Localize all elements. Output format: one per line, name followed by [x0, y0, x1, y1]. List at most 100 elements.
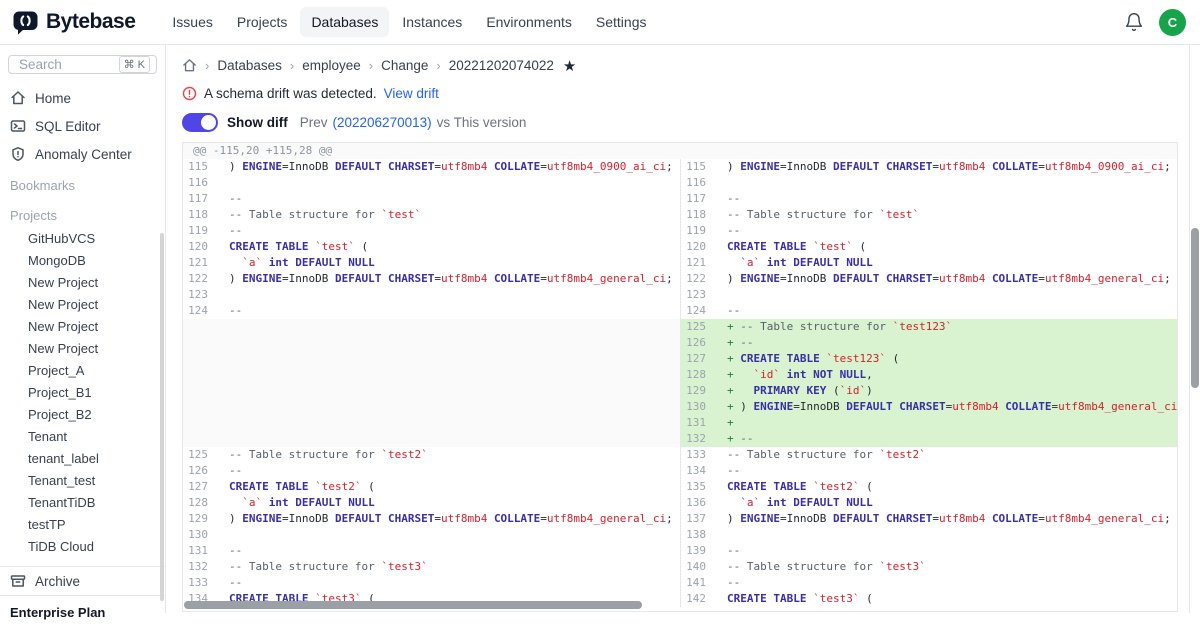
code-line: + CREATE TABLE `test123` (: [715, 351, 1177, 367]
horizontal-scrollbar-thumb[interactable]: [184, 601, 642, 609]
sidebar-project-item[interactable]: TiDB Cloud: [0, 536, 165, 558]
top-bar: Bytebase IssuesProjectsDatabasesInstance…: [0, 0, 1200, 45]
sidebar-item-sql-editor[interactable]: SQL Editor: [0, 112, 165, 140]
page-scrollbar-thumb[interactable]: [1191, 228, 1199, 388]
sidebar-item-anomaly-center[interactable]: Anomaly Center: [0, 140, 165, 168]
nav-item-projects[interactable]: Projects: [226, 7, 299, 37]
diff-old-half: 124--: [183, 303, 680, 319]
line-number: 132: [183, 559, 217, 575]
sidebar-project-item[interactable]: Tenant_test: [0, 470, 165, 492]
line-number: 125: [183, 447, 217, 463]
diff-new-half: 118-- Table structure for `test`: [680, 207, 1177, 223]
shield-icon: [10, 146, 26, 162]
schema-drift-alert: A schema drift was detected. View drift: [182, 84, 1178, 103]
diff-row: 124--124--: [183, 303, 1177, 319]
sidebar-item-archive[interactable]: Archive: [0, 567, 165, 595]
line-number: 133: [681, 447, 715, 463]
sidebar-project-item[interactable]: MongoDB: [0, 250, 165, 272]
nav-item-issues[interactable]: Issues: [161, 7, 223, 37]
code-line: --: [217, 303, 680, 319]
nav-item-instances[interactable]: Instances: [391, 7, 473, 37]
line-number: 116: [681, 175, 715, 191]
diff-new-half: 132+ --: [680, 431, 1177, 447]
diff-old-half: 129) ENGINE=InnoDB DEFAULT CHARSET=utf8m…: [183, 511, 680, 527]
diff-row: 122) ENGINE=InnoDB DEFAULT CHARSET=utf8m…: [183, 271, 1177, 287]
code-line: -- Table structure for `test`: [715, 207, 1177, 223]
diff-old-half: 122) ENGINE=InnoDB DEFAULT CHARSET=utf8m…: [183, 271, 680, 287]
code-line: + --: [715, 431, 1177, 447]
breadcrumb-item[interactable]: Change: [381, 58, 428, 73]
sidebar-item-home[interactable]: Home: [0, 84, 165, 112]
prev-version-link[interactable]: (202206270013): [333, 115, 432, 130]
code-line: --: [715, 303, 1177, 319]
code-line: ) ENGINE=InnoDB DEFAULT CHARSET=utf8mb4 …: [715, 511, 1177, 527]
view-drift-link[interactable]: View drift: [384, 86, 439, 101]
sidebar-project-item[interactable]: Project_A: [0, 360, 165, 382]
user-avatar[interactable]: C: [1159, 9, 1186, 36]
code-line: --: [715, 223, 1177, 239]
code-line: + PRIMARY KEY (`id`): [715, 383, 1177, 399]
diff-row: 121 `a` int DEFAULT NULL121 `a` int DEFA…: [183, 255, 1177, 271]
line-number: 119: [183, 223, 217, 239]
search-box[interactable]: ⌘ K: [8, 55, 157, 74]
breadcrumb-home-icon[interactable]: [182, 58, 197, 73]
sidebar-project-item[interactable]: New Project: [0, 272, 165, 294]
diff-new-half: 126+ --: [680, 335, 1177, 351]
code-line: [217, 287, 680, 303]
line-number: [183, 383, 217, 399]
sidebar-project-item[interactable]: New Project: [0, 294, 165, 316]
diff-new-half: 133-- Table structure for `test2`: [680, 447, 1177, 463]
breadcrumb-item[interactable]: Databases: [217, 58, 282, 73]
code-line: -- Table structure for `test3`: [217, 559, 680, 575]
diff-new-half: 140-- Table structure for `test3`: [680, 559, 1177, 575]
diff-hunk-header: @@ -115,20 +115,28 @@: [183, 143, 1177, 159]
sidebar-project-item[interactable]: Project_B2: [0, 404, 165, 426]
line-number: 120: [183, 239, 217, 255]
sidebar-project-item[interactable]: Tenant: [0, 426, 165, 448]
sidebar-project-item[interactable]: Project_B1: [0, 382, 165, 404]
vs-this-version-label: vs This version: [437, 115, 527, 130]
line-number: 132: [681, 431, 715, 447]
sidebar-project-item[interactable]: testTP: [0, 514, 165, 536]
line-number: 131: [183, 543, 217, 559]
diff-old-half: [183, 431, 680, 447]
code-line: [715, 527, 1177, 543]
line-number: 129: [183, 511, 217, 527]
code-line: `a` int DEFAULT NULL: [715, 495, 1177, 511]
brand-name: Bytebase: [46, 10, 135, 34]
code-line: --: [217, 191, 680, 207]
chevron-separator-icon: ›: [436, 58, 440, 73]
nav-item-databases[interactable]: Databases: [300, 7, 389, 37]
line-number: [183, 351, 217, 367]
diff-new-half: 116: [680, 175, 1177, 191]
sidebar-item-label: SQL Editor: [35, 119, 101, 134]
show-diff-toggle[interactable]: [182, 113, 218, 132]
sidebar-project-item[interactable]: tenant_label: [0, 448, 165, 470]
search-input[interactable]: [17, 56, 119, 73]
sidebar-scrollbar-thumb[interactable]: [160, 233, 164, 601]
code-line: [217, 335, 680, 351]
alert-text: A schema drift was detected.: [204, 86, 377, 101]
line-number: 130: [183, 527, 217, 543]
sidebar-project-item[interactable]: GitHubVCS: [0, 228, 165, 250]
diff-old-half: [183, 415, 680, 431]
breadcrumb-item[interactable]: employee: [302, 58, 361, 73]
diff-row: 133--141--: [183, 575, 1177, 591]
line-number: 133: [183, 575, 217, 591]
diff-new-half: 127+ CREATE TABLE `test123` (: [680, 351, 1177, 367]
sidebar-project-item[interactable]: TenantTiDB: [0, 492, 165, 514]
diff-new-half: 117--: [680, 191, 1177, 207]
notifications-bell-icon[interactable]: [1124, 12, 1144, 32]
sidebar-project-item[interactable]: New Project: [0, 338, 165, 360]
nav-item-environments[interactable]: Environments: [475, 7, 583, 37]
line-number: 131: [681, 415, 715, 431]
diff-row: 127+ CREATE TABLE `test123` (: [183, 351, 1177, 367]
nav-item-settings[interactable]: Settings: [585, 7, 658, 37]
bytebase-logo[interactable]: Bytebase: [12, 9, 135, 36]
line-number: 119: [681, 223, 715, 239]
bookmark-star-icon[interactable]: ★: [563, 57, 576, 75]
diff-row: 119--119--: [183, 223, 1177, 239]
sidebar-project-item[interactable]: New Project: [0, 316, 165, 338]
code-line: --: [217, 543, 680, 559]
diff-old-half: 118-- Table structure for `test`: [183, 207, 680, 223]
